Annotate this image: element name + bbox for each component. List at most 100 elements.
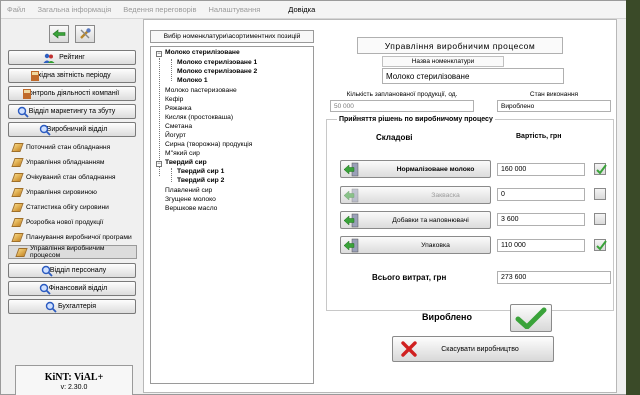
nomenclature-tree[interactable]: − Молоко стерилізоване Молоко стерилізов… [150, 46, 314, 384]
app-logo: KiNT: ViAL+ v: 2.30.0 [15, 365, 133, 395]
tree-node[interactable]: Молоко пастеризоване [165, 87, 237, 94]
close-icon [401, 341, 417, 357]
packaging-cost[interactable]: 110 000 [497, 239, 585, 252]
starter-culture-button[interactable]: Закваска [340, 186, 491, 204]
pencil-icon [11, 142, 24, 152]
marketing-dept-label: Відділ маркетингу та збуту [28, 108, 116, 115]
marketing-dept-button[interactable]: Відділ маркетингу та збуту [8, 104, 136, 119]
submenu-label: Розробка нової продукції [26, 218, 104, 226]
production-dept-button[interactable]: Виробничий відділ [8, 122, 136, 137]
green-arrow-icon [343, 188, 359, 203]
tree-node[interactable]: Кисляк (простокваша) [165, 114, 233, 121]
cancel-production-button[interactable]: Скасувати виробництво [392, 336, 554, 362]
submenu-equipment-management[interactable]: Управління обладнанням [5, 155, 139, 169]
tree-header: Вибір номенклатури\асортиментних позицій [150, 30, 314, 43]
normalized-milk-button[interactable]: Нормалізоване молоко [340, 160, 491, 178]
submenu-label: Статистика обігу сировини [26, 203, 109, 211]
tree-node[interactable]: Твердий сир 1 [177, 168, 224, 175]
submenu-production-plan[interactable]: Планування виробничої програми [5, 230, 139, 244]
normalized-milk-cost[interactable]: 160 000 [497, 163, 585, 176]
tree-node[interactable]: Твердий сир 2 [177, 177, 224, 184]
nomenclature-label: Назва номенклатури [382, 56, 504, 67]
tree-node[interactable]: Молоко 1 [177, 77, 208, 84]
tree-node[interactable]: Плавлений сир [165, 187, 212, 194]
incoming-reports-button[interactable]: Вхідна звітність періоду [8, 68, 136, 83]
submenu-equipment-state[interactable]: Поточний стан обладнання [5, 140, 139, 154]
nomenclature-field: Молоко стерилізоване [382, 68, 564, 84]
tree-node[interactable]: Йогурт [165, 132, 186, 139]
tree-node[interactable]: Сметана [165, 123, 192, 130]
tree-node[interactable]: Молоко стерилізоване [165, 49, 240, 56]
menu-file[interactable]: Файл [7, 5, 25, 14]
total-field: 273 600 [497, 271, 611, 284]
menu-negotiations[interactable]: Ведення переговорів [123, 5, 196, 14]
tree-node[interactable]: Сирна (творожна) продукція [165, 141, 252, 148]
tree-node[interactable]: Кефір [165, 96, 183, 103]
rating-button[interactable]: Рейтинг [8, 50, 136, 65]
finance-dept-label: Фінансовий відділ [48, 285, 108, 292]
back-button[interactable] [49, 25, 69, 43]
collapse-toggle[interactable]: − [156, 51, 162, 57]
normalized-milk-label: Нормалізоване молоко [396, 165, 475, 173]
additives-button[interactable]: Добавки та наповнювачі [340, 211, 491, 229]
search-icon [39, 283, 51, 295]
app-version: v: 2.30.0 [60, 384, 88, 391]
pencil-icon [11, 172, 24, 182]
components-header: Складові [376, 133, 413, 142]
tree-node[interactable]: Вершкове масло [165, 205, 217, 212]
confirm-button[interactable] [510, 304, 552, 332]
tree-node[interactable]: Ряжанка [165, 105, 192, 112]
production-submenu: Поточний стан обладнання Управління обла… [5, 140, 139, 259]
tree-node[interactable]: Згущене молоко [165, 196, 216, 203]
packaging-label: Упаковка [421, 241, 450, 249]
starter-culture-checkbox[interactable] [594, 188, 606, 200]
starter-culture-cost[interactable]: 0 [497, 188, 585, 201]
green-arrow-icon [343, 238, 359, 253]
incoming-reports-label: Вхідна звітність періоду [33, 72, 111, 79]
tree-node[interactable]: Твердий сир [165, 159, 207, 166]
submenu-label: Управління обладнанням [26, 158, 105, 166]
additives-cost[interactable]: 3 600 [497, 213, 585, 226]
right-edge-desktop [626, 0, 640, 395]
normalized-milk-checkbox[interactable] [594, 163, 607, 175]
finance-dept-button[interactable]: Фінансовий відділ [8, 281, 136, 296]
additives-checkbox[interactable] [594, 213, 606, 225]
submenu-raw-stats[interactable]: Статистика обігу сировини [5, 200, 139, 214]
packaging-button[interactable]: Упаковка [340, 236, 491, 254]
submenu-process-management[interactable]: Управління виробничим процесом [8, 245, 137, 259]
quantity-label: Кількість запланованої продукції, од. [346, 91, 458, 98]
sidebar-toolbar [5, 21, 139, 47]
tree-node[interactable]: Молоко стерилізоване 2 [177, 68, 257, 75]
hr-dept-button[interactable]: Відділ персоналу [8, 263, 136, 278]
production-dept-label: Виробничий відділ [46, 126, 108, 133]
tools-button[interactable] [75, 25, 95, 43]
starter-culture-label: Закваска [431, 191, 460, 199]
quantity-field[interactable]: 50 000 [330, 100, 474, 112]
pencil-icon [11, 202, 24, 212]
total-label: Всього витрат, грн [372, 273, 447, 282]
menu-help[interactable]: Довідка [288, 5, 315, 14]
panel-title: Управління виробничим процесом [357, 37, 563, 54]
collapse-toggle[interactable]: − [156, 161, 162, 167]
menu-settings[interactable]: Налаштування [208, 5, 260, 14]
rating-label: Рейтинг [59, 54, 85, 61]
menu-general-info[interactable]: Загальна інформація [37, 5, 111, 14]
tree-node[interactable]: Молоко стерилізоване 1 [177, 59, 257, 66]
tree-line [171, 59, 172, 81]
packaging-checkbox[interactable] [594, 239, 607, 251]
green-arrow-icon [343, 213, 359, 228]
submenu-label: Очікуваний стан обладнання [26, 173, 116, 181]
submenu-raw-materials[interactable]: Управління сировиною [5, 185, 139, 199]
submenu-expected-equipment[interactable]: Очікуваний стан обладнання [5, 170, 139, 184]
book-icon [31, 71, 39, 81]
company-control-label: Контроль діяльності компанії [24, 90, 120, 97]
decision-group-title: Прийняття рішень по виробничому процесу [337, 116, 495, 123]
pencil-icon [11, 157, 24, 167]
tree-node[interactable]: М''який сир [165, 150, 200, 157]
submenu-new-products[interactable]: Розробка нової продукції [5, 215, 139, 229]
cancel-production-label: Скасувати виробництво [441, 345, 519, 353]
accounting-button[interactable]: Бухгалтерія [8, 299, 136, 314]
tree-line [159, 58, 160, 176]
pencil-icon [11, 187, 24, 197]
company-control-button[interactable]: Контроль діяльності компанії [8, 86, 136, 101]
